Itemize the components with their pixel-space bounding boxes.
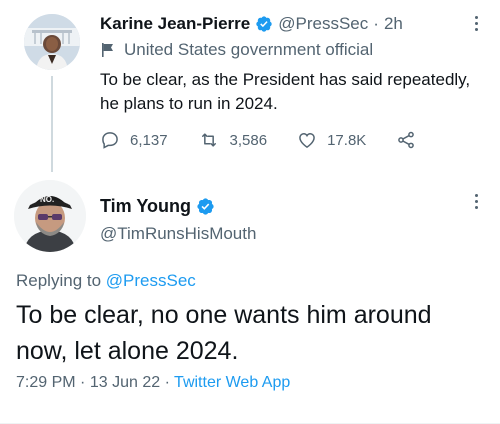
avatar[interactable]: NO. bbox=[14, 180, 86, 252]
government-label-text: United States government official bbox=[124, 40, 374, 59]
tweet-thread: Karine Jean-Pierre @PressSec · 2h United… bbox=[0, 0, 500, 424]
display-name[interactable]: Karine Jean-Pierre bbox=[100, 14, 250, 34]
separator: · bbox=[80, 374, 86, 391]
government-label: United States government official bbox=[100, 40, 373, 60]
handle[interactable]: @TimRunsHisMouth bbox=[100, 224, 256, 244]
like-button[interactable]: 17.8K bbox=[297, 130, 366, 150]
tweet-actions: 6,137 3,586 17.8K bbox=[100, 130, 456, 150]
tweet-header: Karine Jean-Pierre @PressSec · 2h bbox=[100, 12, 403, 36]
display-name[interactable]: Tim Young bbox=[100, 196, 191, 217]
separator: · bbox=[164, 374, 170, 391]
heart-icon bbox=[299, 132, 315, 148]
source-link[interactable]: Twitter Web App bbox=[174, 374, 290, 391]
separator: · bbox=[373, 14, 379, 33]
tweet-meta: 7:29 PM · 13 Jun 22 · Twitter Web App bbox=[16, 374, 290, 392]
verified-badge-icon bbox=[255, 15, 273, 33]
share-icon bbox=[398, 131, 415, 149]
tweet-text: To be clear, no one wants him around now… bbox=[16, 301, 432, 365]
thread-connector-line bbox=[51, 76, 53, 172]
retweet-icon bbox=[201, 133, 216, 147]
reply-count: 6,137 bbox=[130, 131, 168, 149]
svg-text:NO.: NO. bbox=[40, 195, 54, 204]
tweet-time[interactable]: 7:29 PM bbox=[16, 374, 76, 391]
reply-icon bbox=[102, 132, 118, 149]
like-count: 17.8K bbox=[327, 131, 367, 149]
more-icon[interactable] bbox=[474, 16, 478, 31]
share-button[interactable] bbox=[396, 130, 426, 150]
handle[interactable]: @PressSec bbox=[278, 14, 368, 34]
avatar[interactable] bbox=[24, 14, 80, 70]
replying-prefix: Replying to bbox=[16, 271, 102, 290]
retweet-count: 3,586 bbox=[229, 131, 268, 149]
replying-to: Replying to @PressSec bbox=[16, 271, 196, 291]
timestamp[interactable]: 2h bbox=[384, 14, 403, 34]
reply-button[interactable]: 6,137 bbox=[100, 130, 168, 150]
verified-badge-icon bbox=[196, 197, 215, 216]
tweet-text: To be clear, as the President has said r… bbox=[100, 70, 471, 113]
tweet-header: Tim Young bbox=[100, 196, 220, 217]
tweet-date[interactable]: 13 Jun 22 bbox=[90, 374, 160, 391]
retweet-button[interactable]: 3,586 bbox=[198, 130, 268, 150]
flag-icon bbox=[102, 43, 113, 57]
replying-handle-link[interactable]: @PressSec bbox=[106, 271, 196, 290]
more-icon[interactable] bbox=[474, 194, 478, 209]
